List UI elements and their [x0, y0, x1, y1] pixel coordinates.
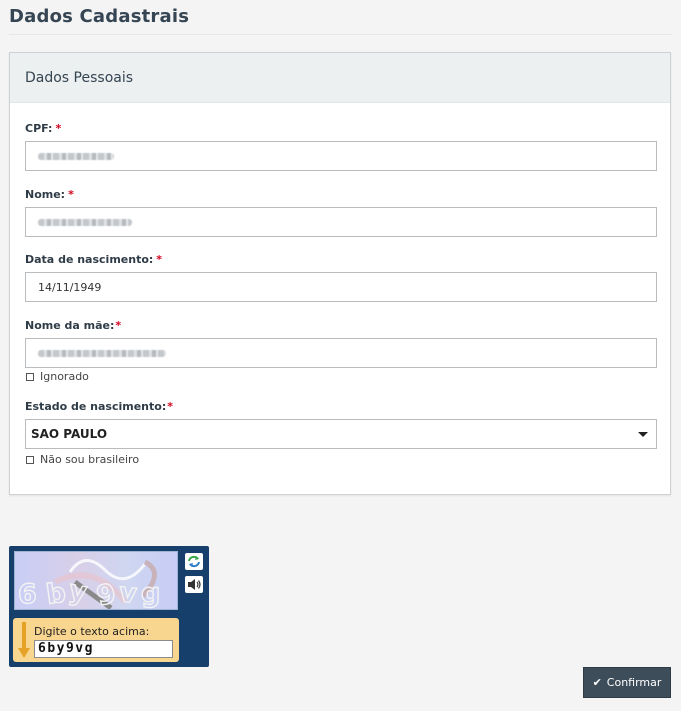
required-mark: * — [167, 400, 173, 413]
svg-text:9: 9 — [94, 578, 119, 610]
refresh-arrows-icon — [188, 555, 200, 568]
cpf-label: CPF: * — [25, 122, 61, 135]
cpf-input[interactable] — [25, 141, 657, 171]
panel-title: Dados Pessoais — [25, 69, 134, 86]
captcha-widget: 6 b y 9 v g Digite o texto acima: 6by9vg — [9, 546, 209, 667]
personal-data-panel: Dados Pessoais CPF: * Nome: * Data de nasc… — [9, 52, 671, 495]
birth-date-label-text: Data de nascimento: — [25, 253, 154, 266]
confirm-label: Confirmar — [606, 676, 662, 689]
birth-date-label: Data de nascimento: * — [25, 253, 162, 266]
panel-header: Dados Pessoais — [10, 53, 670, 103]
required-mark: * — [55, 122, 62, 135]
masked-value — [38, 218, 132, 226]
captcha-input[interactable]: 6by9vg — [34, 640, 173, 658]
svg-text:y: y — [67, 575, 90, 609]
birth-state-select[interactable]: SAO PAULO — [25, 419, 657, 449]
ignorado-checkbox[interactable]: Ignorado — [26, 370, 89, 383]
captcha-image: 6 b y 9 v g — [14, 551, 178, 610]
arrow-icon — [18, 622, 30, 658]
birth-state-label-text: Estado de nascimento: — [25, 400, 167, 413]
required-mark: * — [68, 188, 74, 201]
page-title: Dados Cadastrais — [9, 6, 190, 27]
nome-label-text: Nome: — [25, 188, 66, 201]
nao-brasileiro-label: Não sou brasileiro — [40, 453, 140, 466]
captcha-prompt: Digite o texto acima: — [34, 625, 150, 638]
svg-text:b: b — [44, 577, 67, 610]
required-mark: * — [156, 253, 163, 266]
mother-name-input[interactable] — [25, 338, 657, 368]
checkmark-icon: ✔ — [592, 676, 602, 689]
svg-text:g: g — [141, 578, 160, 609]
birth-state-value: SAO PAULO — [31, 427, 108, 441]
birth-date-input[interactable]: 14/11/1949 — [25, 272, 657, 302]
checkbox-box[interactable] — [26, 372, 34, 381]
speaker-icon[interactable] — [185, 576, 203, 593]
masked-value — [38, 349, 166, 357]
svg-text:6: 6 — [18, 579, 37, 610]
required-mark: * — [115, 319, 122, 332]
chevron-down-icon[interactable] — [638, 432, 648, 437]
cpf-label-text: CPF: — [25, 122, 53, 135]
masked-value — [38, 152, 114, 160]
nome-input[interactable] — [25, 207, 657, 237]
mother-name-label: Nome da mãe:* — [25, 319, 121, 332]
mother-name-label-text: Nome da mãe: — [25, 319, 115, 332]
ignorado-label: Ignorado — [40, 370, 89, 383]
nome-label: Nome: * — [25, 188, 74, 201]
checkbox-box[interactable] — [26, 455, 34, 464]
title-divider — [9, 34, 672, 35]
captcha-distorted-text: 6 b y 9 v g — [17, 559, 161, 610]
refresh-icon[interactable] — [185, 553, 203, 570]
birth-date-value: 14/11/1949 — [38, 280, 102, 294]
confirm-button[interactable]: ✔ Confirmar — [583, 667, 671, 698]
audio-icon — [188, 579, 201, 590]
nao-brasileiro-checkbox[interactable]: Não sou brasileiro — [26, 453, 139, 466]
captcha-entry-box: Digite o texto acima: 6by9vg — [13, 618, 179, 662]
svg-text:v: v — [117, 577, 138, 610]
birth-state-label: Estado de nascimento:* — [25, 400, 173, 413]
